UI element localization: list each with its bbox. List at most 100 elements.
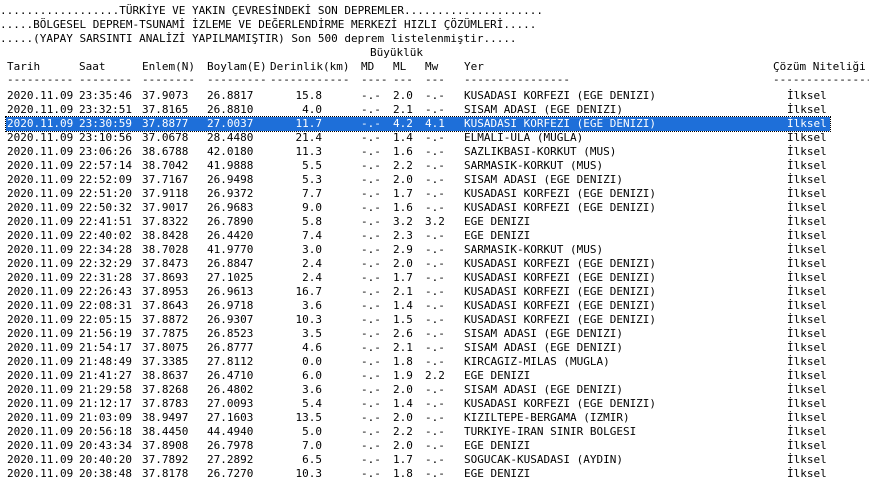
table-row[interactable]: 2020.11.09 21:56:19 37.7875 26.8523 3.5 -.- 2.…	[0, 327, 869, 341]
table-row[interactable]: 2020.11.09 21:03:09 38.9497 27.1603 13.5 -.- 2…	[0, 411, 869, 425]
cell-latitude: 37.8953	[142, 285, 189, 298]
cell-latitude: 37.8643	[142, 299, 189, 312]
cell-longitude: 26.4802	[207, 383, 254, 396]
cell-location: SISAM ADASI (EGE DENIZI)	[464, 327, 623, 340]
cell-latitude: 37.8165	[142, 103, 189, 116]
cell-ml: 1.6	[393, 145, 413, 158]
cell-latitude: 37.8268	[142, 383, 189, 396]
table-row[interactable]: 2020.11.09 22:40:02 38.8428 26.4420 7.4 -.- 2.…	[0, 229, 869, 243]
cell-location: EGE DENIZI	[464, 215, 531, 228]
cell-date: 2020.11.09	[7, 215, 74, 228]
cell-ml: 2.0	[393, 257, 413, 270]
table-row[interactable]: 2020.11.09 21:12:17 37.8783 27.0093 5.4 -.- 1.…	[0, 397, 869, 411]
table-row[interactable]: 2020.11.09 22:34:28 38.7028 41.9770 3.0 -.- 2.…	[0, 243, 869, 257]
cell-latitude: 37.8908	[142, 439, 189, 452]
table-row[interactable]: 2020.11.09 22:50:32 37.9017 26.9683 9.0 -.- 1.…	[0, 201, 869, 215]
cell-date: 2020.11.09	[7, 299, 74, 312]
table-row[interactable]: 2020.11.09 22:57:14 38.7042 41.9888 5.5 -.- 2.…	[0, 159, 869, 173]
table-row[interactable]: 2020.11.09 20:40:20 37.7892 27.2892 6.5 -.- 1.…	[0, 453, 869, 467]
cell-md: -.-	[361, 187, 381, 200]
cell-latitude: 38.8428	[142, 229, 189, 242]
cell-mw: -.-	[425, 313, 445, 326]
cell-depth: 7.7	[302, 187, 322, 200]
col-header-time: Saat	[79, 60, 106, 73]
cell-time: 22:50:32	[79, 201, 132, 214]
cell-mw: -.-	[425, 341, 445, 354]
cell-location: SISAM ADASI (EGE DENIZI)	[464, 103, 623, 116]
table-row[interactable]: 2020.11.09 23:32:51 37.8165 26.8810 4.0 -.- 2.…	[0, 103, 869, 117]
cell-ml: 1.8	[393, 467, 413, 480]
cell-date: 2020.11.09	[7, 453, 74, 466]
table-row[interactable]: 2020.11.09 22:26:43 37.8953 26.9613 16.7 -.- 2…	[0, 285, 869, 299]
cell-ml: 1.7	[393, 271, 413, 284]
table-row[interactable]: 2020.11.09 23:35:46 37.9073 26.8817 15.8 -.- 2…	[0, 89, 869, 103]
cell-mw: -.-	[425, 131, 445, 144]
cell-location: KUSADASI KORFEZI (EGE DENIZI)	[464, 201, 657, 214]
cell-longitude: 26.8847	[207, 257, 254, 270]
cell-solution: İlksel	[787, 257, 827, 270]
table-row[interactable]: 2020.11.09 22:41:51 37.8322 26.7890 5.8 -.- 3.…	[0, 215, 869, 229]
cell-solution: İlksel	[787, 201, 827, 214]
cell-depth: 4.0	[302, 103, 322, 116]
cell-latitude: 37.0678	[142, 131, 189, 144]
table-row[interactable]: 2020.11.09 22:31:28 37.8693 27.1025 2.4 -.- 1.…	[0, 271, 869, 285]
cell-ml: 1.4	[393, 131, 413, 144]
cell-longitude: 27.1603	[207, 411, 254, 424]
cell-latitude: 38.7042	[142, 159, 189, 172]
cell-latitude: 37.8178	[142, 467, 189, 480]
cell-mw: -.-	[425, 397, 445, 410]
table-row[interactable]: 2020.11.09 20:38:48 37.8178 26.7270 10.3 -.- 1…	[0, 467, 869, 481]
table-row[interactable]: 2020.11.09 22:32:29 37.8473 26.8847 2.4 -.- 2.…	[0, 257, 869, 271]
table-row[interactable]: 2020.11.09 20:43:34 37.8908 26.7978 7.0 -.- 2.…	[0, 439, 869, 453]
cell-solution: İlksel	[787, 243, 827, 256]
table-row[interactable]: 2020.11.09 23:10:56 37.0678 28.4480 21.4 -.- 1…	[0, 131, 869, 145]
col-header-longitude: Boylam(E)	[207, 60, 267, 73]
cell-longitude: 26.8777	[207, 341, 254, 354]
cell-depth: 4.6	[302, 341, 322, 354]
earthquake-list-page: ..................TÜRKİYE VE YAKIN ÇEVRE…	[0, 0, 869, 482]
cell-time: 20:40:20	[79, 453, 132, 466]
cell-date: 2020.11.09	[7, 355, 74, 368]
cell-longitude: 41.9888	[207, 159, 254, 172]
cell-md: -.-	[361, 383, 381, 396]
cell-time: 23:06:26	[79, 145, 132, 158]
table-row[interactable]: 2020.11.09 22:51:20 37.9118 26.9372 7.7 -.- 1.…	[0, 187, 869, 201]
cell-longitude: 26.9683	[207, 201, 254, 214]
table-row[interactable]: 2020.11.09 22:52:09 37.7167 26.9498 5.3 -.- 2.…	[0, 173, 869, 187]
cell-solution: İlksel	[787, 369, 827, 382]
banner-title: ..................TÜRKİYE VE YAKIN ÇEVRE…	[0, 4, 544, 17]
cell-date: 2020.11.09	[7, 145, 74, 158]
cell-ml: 1.7	[393, 187, 413, 200]
table-row[interactable]: 2020.11.09 21:48:49 37.3385 27.8112 0.0 -.- 1.…	[0, 355, 869, 369]
cell-ml: 2.0	[393, 383, 413, 396]
cell-mw: -.-	[425, 467, 445, 480]
table-row[interactable]: 2020.11.09 21:29:58 37.8268 26.4802 3.6 -.- 2.…	[0, 383, 869, 397]
cell-date: 2020.11.09	[7, 103, 74, 116]
cell-longitude: 26.9372	[207, 187, 254, 200]
cell-time: 21:29:58	[79, 383, 132, 396]
cell-ml: 1.9	[393, 369, 413, 382]
cell-md: -.-	[361, 257, 381, 270]
cell-md: -.-	[361, 355, 381, 368]
cell-depth: 5.8	[302, 215, 322, 228]
cell-solution: İlksel	[787, 187, 827, 200]
cell-latitude: 37.3385	[142, 355, 189, 368]
cell-ml: 1.4	[393, 299, 413, 312]
cell-mw: -.-	[425, 327, 445, 340]
cell-solution: İlksel	[787, 467, 827, 480]
col-header-mw: Mw	[425, 60, 439, 73]
table-row[interactable]: 2020.11.09 21:54:17 37.8075 26.8777 4.6 -.- 2.…	[0, 341, 869, 355]
table-row-selected[interactable]: 2020.11.09 23:30:59 37.8877 27.0037 11.7 -.- 4…	[5, 116, 831, 132]
cell-md: -.-	[361, 439, 381, 452]
table-row[interactable]: 2020.11.09 22:05:15 37.8872 26.9307 10.3 -.- 1…	[0, 313, 869, 327]
table-row[interactable]: 2020.11.09 22:08:31 37.8643 26.9718 3.6 -.- 1.…	[0, 299, 869, 313]
cell-latitude: 38.4450	[142, 425, 189, 438]
cell-mw: -.-	[425, 271, 445, 284]
cell-time: 23:32:51	[79, 103, 132, 116]
table-row[interactable]: 2020.11.09 23:06:26 38.6788 42.0180 11.3 -.- 1…	[0, 145, 869, 159]
cell-longitude: 27.0093	[207, 397, 254, 410]
cell-time: 22:05:15	[79, 313, 132, 326]
cell-date: 2020.11.09	[7, 397, 74, 410]
table-row[interactable]: 2020.11.09 21:41:27 38.8637 26.4710 6.0 -.- 1.…	[0, 369, 869, 383]
table-row[interactable]: 2020.11.09 20:56:18 38.4450 44.4940 5.0 -.- 2.…	[0, 425, 869, 439]
